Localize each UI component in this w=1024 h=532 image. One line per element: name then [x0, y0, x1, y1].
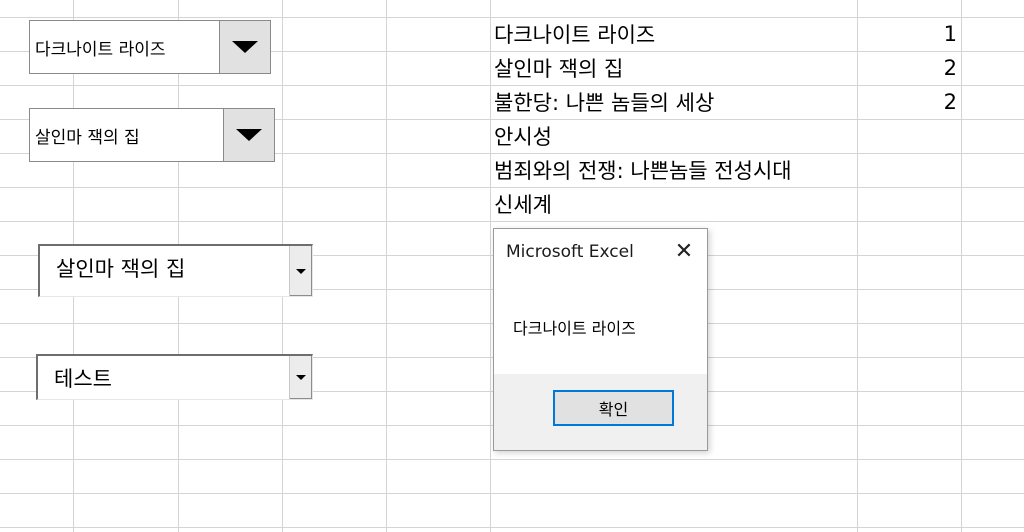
row-gridline	[0, 221, 1024, 222]
column-gridline	[961, 0, 962, 532]
column-gridline	[386, 0, 387, 532]
cell-title[interactable]: 불한당: 나쁜 놈들의 세상	[494, 85, 714, 119]
cell-title[interactable]: 신세계	[494, 187, 552, 221]
chevron-down-icon	[236, 129, 262, 141]
row-gridline	[0, 493, 1024, 494]
combobox-value: 테스트	[54, 366, 112, 391]
message-box-dialog: Microsoft Excel ✕ 다크나이트 라이즈 확인	[493, 228, 708, 451]
chevron-down-icon	[296, 375, 306, 380]
cell-title[interactable]: 살인마 잭의 집	[494, 51, 623, 85]
chevron-down-icon	[296, 268, 306, 274]
movie-combobox-activex-1[interactable]: 살인마 잭의 집	[38, 244, 313, 297]
cell-count[interactable]: 2	[862, 51, 957, 85]
ok-button[interactable]: 확인	[553, 390, 674, 426]
dropdown-button[interactable]	[289, 356, 312, 399]
row-gridline	[0, 527, 1024, 528]
dialog-message: 다크나이트 라이즈	[513, 319, 636, 338]
close-icon[interactable]: ✕	[671, 239, 697, 265]
dialog-footer: 확인	[494, 374, 707, 450]
movie-combobox-activex-2[interactable]: 테스트	[36, 354, 313, 400]
dropdown-value: 다크나이트 라이즈	[35, 39, 166, 60]
row-gridline	[0, 459, 1024, 460]
dropdown-button[interactable]	[219, 21, 270, 73]
dialog-title: Microsoft Excel	[506, 242, 634, 262]
cell-count[interactable]: 1	[862, 17, 957, 51]
chevron-down-icon	[232, 41, 258, 53]
cell-title[interactable]: 안시성	[494, 119, 552, 153]
dropdown-button[interactable]	[289, 246, 312, 296]
column-gridline	[490, 0, 491, 532]
dropdown-button[interactable]	[223, 109, 274, 161]
cell-title[interactable]: 다크나이트 라이즈	[494, 17, 655, 51]
cell-count[interactable]: 2	[862, 85, 957, 119]
movie-dropdown-form-2[interactable]: 살인마 잭의 집	[29, 108, 275, 162]
movie-dropdown-form-1[interactable]: 다크나이트 라이즈	[29, 20, 271, 74]
combobox-value: 살인마 잭의 집	[56, 257, 186, 281]
cell-title[interactable]: 범죄와의 전쟁: 나쁜놈들 전성시대	[494, 153, 792, 187]
column-gridline	[857, 0, 858, 532]
dropdown-value: 살인마 잭의 집	[35, 127, 140, 148]
